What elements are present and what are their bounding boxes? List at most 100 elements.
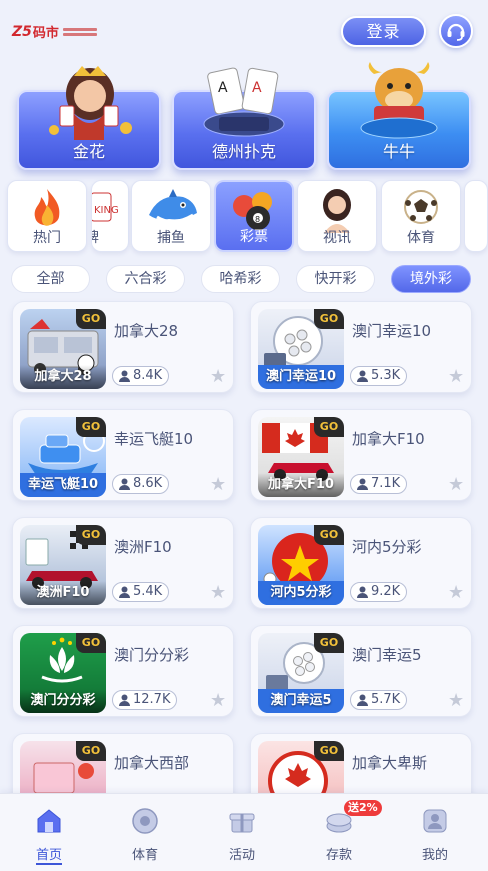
thumbnail-caption: 加拿大28 — [20, 365, 106, 389]
favorite-star-icon[interactable]: ★ — [210, 582, 226, 603]
favorite-star-icon[interactable]: ★ — [210, 366, 226, 387]
svg-text:8: 8 — [255, 215, 260, 224]
nav-deposit[interactable]: 送2% 存款 — [294, 794, 384, 871]
category-cards[interactable]: KING 牌 — [91, 180, 129, 252]
person-icon — [119, 694, 130, 706]
player-count: 9.2K — [350, 582, 408, 602]
go-badge: GO — [314, 309, 344, 329]
category-lottery[interactable]: 8 彩票 — [214, 180, 294, 252]
player-count-value: 5.3K — [371, 368, 401, 383]
favorite-star-icon[interactable]: ★ — [448, 690, 464, 711]
nav-label: 活动 — [228, 848, 255, 863]
game-card-macau-lucky-10[interactable]: GO 澳门幸运10 澳门幸运10 5.3K ★ — [250, 301, 472, 393]
tab-hash[interactable]: 哈希彩 — [201, 265, 280, 293]
go-badge: GO — [76, 741, 106, 761]
game-card-hanoi-5min[interactable]: GO 河内5分彩 河内5分彩 9.2K ★ — [250, 517, 472, 609]
customer-support-button[interactable] — [439, 14, 473, 48]
soccer-ball-icon — [404, 190, 438, 224]
app-logo[interactable]: Z5 码市 — [12, 22, 97, 41]
game-thumbnail: GO 河内5分彩 — [258, 525, 344, 605]
poker-table-icon: A A — [203, 67, 285, 137]
game-card-canada-28[interactable]: GO 加拿大28 加拿大28 8.4K ★ — [12, 301, 234, 393]
nav-label: 我的 — [421, 848, 448, 863]
category-fishing[interactable]: 捕鱼 — [131, 180, 211, 252]
player-count-value: 7.1K — [371, 476, 401, 491]
player-count-value: 9.2K — [371, 584, 401, 599]
game-thumbnail: GO 澳门幸运5 — [258, 633, 344, 713]
tab-overseas[interactable]: 境外彩 — [391, 265, 471, 293]
player-count: 12.7K — [112, 690, 178, 710]
category-more-partial[interactable] — [464, 180, 488, 252]
person-icon — [119, 586, 130, 598]
favorite-star-icon[interactable]: ★ — [210, 690, 226, 711]
favorite-star-icon[interactable]: ★ — [448, 582, 464, 603]
game-name: 加拿大卑斯 — [352, 754, 428, 772]
thumbnail-caption: 河内5分彩 — [258, 581, 344, 605]
tab-mark-six[interactable]: 六合彩 — [106, 265, 185, 293]
person-icon — [119, 370, 130, 382]
game-name: 河内5分彩 — [352, 538, 422, 556]
tab-all[interactable]: 全部 — [11, 265, 90, 293]
game-card-macau-1min[interactable]: GO 澳门分分彩 澳门分分彩 12.7K ★ — [12, 625, 234, 717]
favorite-star-icon[interactable]: ★ — [448, 474, 464, 495]
hero-game-texas-holdem[interactable]: A A 德州扑克 — [172, 62, 316, 172]
game-thumbnail: GO 澳洲F10 — [20, 525, 106, 605]
cards-icon: KING — [92, 192, 119, 222]
headset-icon — [447, 23, 465, 41]
nav-sports[interactable]: 体育 — [100, 794, 190, 871]
hero-game-label: 金花 — [72, 142, 105, 161]
player-count-value: 12.7K — [133, 692, 171, 707]
svg-text:A: A — [252, 80, 262, 96]
thumbnail-caption: 澳门幸运5 — [258, 689, 344, 713]
player-count-value: 5.7K — [371, 692, 401, 707]
game-thumbnail: GO 加拿大28 — [20, 309, 106, 389]
game-card-lucky-airship-10[interactable]: GO 幸运飞艇10 幸运飞艇10 8.6K ★ — [12, 409, 234, 501]
player-count: 5.7K — [350, 690, 408, 710]
flame-icon — [34, 189, 60, 226]
player-count: 5.4K — [112, 582, 170, 602]
active-indicator — [36, 863, 62, 865]
hero-game-label: 德州扑克 — [211, 142, 276, 161]
bottom-navigation: 首页 体育 活动 送2% 存款 我的 — [0, 793, 488, 871]
game-thumbnail: GO 幸运飞艇10 — [20, 417, 106, 497]
game-name: 澳门分分彩 — [114, 646, 190, 664]
home-icon — [37, 809, 61, 833]
go-badge: GO — [314, 741, 344, 761]
nav-activities[interactable]: 活动 — [197, 794, 287, 871]
nav-label: 首页 — [35, 848, 62, 863]
logo-tagline-graphic — [62, 26, 97, 38]
hero-game-jinhua[interactable]: 金花 — [17, 62, 161, 172]
go-badge: GO — [76, 309, 106, 329]
game-card-macau-lucky-5[interactable]: GO 澳门幸运5 澳门幸运5 5.7K ★ — [250, 625, 472, 717]
nav-profile[interactable]: 我的 — [390, 794, 480, 871]
game-card-canada-f10[interactable]: GO 加拿大F10 加拿大F10 7.1K ★ — [250, 409, 472, 501]
game-name: 幸运飞艇10 — [114, 430, 194, 448]
deposit-bonus-badge: 送2% — [344, 800, 382, 816]
category-live[interactable]: 视讯 — [297, 180, 377, 252]
nav-label: 存款 — [325, 848, 352, 863]
category-label: 捕鱼 — [157, 230, 185, 246]
nav-home[interactable]: 首页 — [4, 794, 94, 871]
category-hot[interactable]: 热门 — [7, 180, 87, 252]
thumbnail-caption: 加拿大F10 — [258, 473, 344, 497]
tab-fast[interactable]: 快开彩 — [296, 265, 375, 293]
hero-game-label: 牛牛 — [382, 142, 415, 161]
thumbnail-caption: 澳门分分彩 — [20, 689, 106, 713]
svg-text:A: A — [218, 80, 228, 96]
game-name: 加拿大西部 — [114, 754, 190, 772]
hero-game-niuniu[interactable]: 牛牛 — [327, 62, 471, 172]
login-button[interactable]: 登录 — [341, 16, 426, 47]
nav-label: 体育 — [131, 848, 158, 863]
gift-icon — [229, 813, 255, 833]
player-count-value: 8.6K — [133, 476, 163, 491]
game-thumbnail: GO 澳门分分彩 — [20, 633, 106, 713]
category-sports[interactable]: 体育 — [381, 180, 461, 252]
favorite-star-icon[interactable]: ★ — [210, 474, 226, 495]
profile-icon — [423, 809, 447, 833]
game-name: 澳洲F10 — [114, 538, 172, 556]
thumbnail-caption: 澳洲F10 — [20, 581, 106, 605]
favorite-star-icon[interactable]: ★ — [448, 366, 464, 387]
queen-character-icon — [49, 66, 132, 140]
game-card-australia-f10[interactable]: GO 澳洲F10 澳洲F10 5.4K ★ — [12, 517, 234, 609]
bull-character-icon — [360, 62, 438, 139]
